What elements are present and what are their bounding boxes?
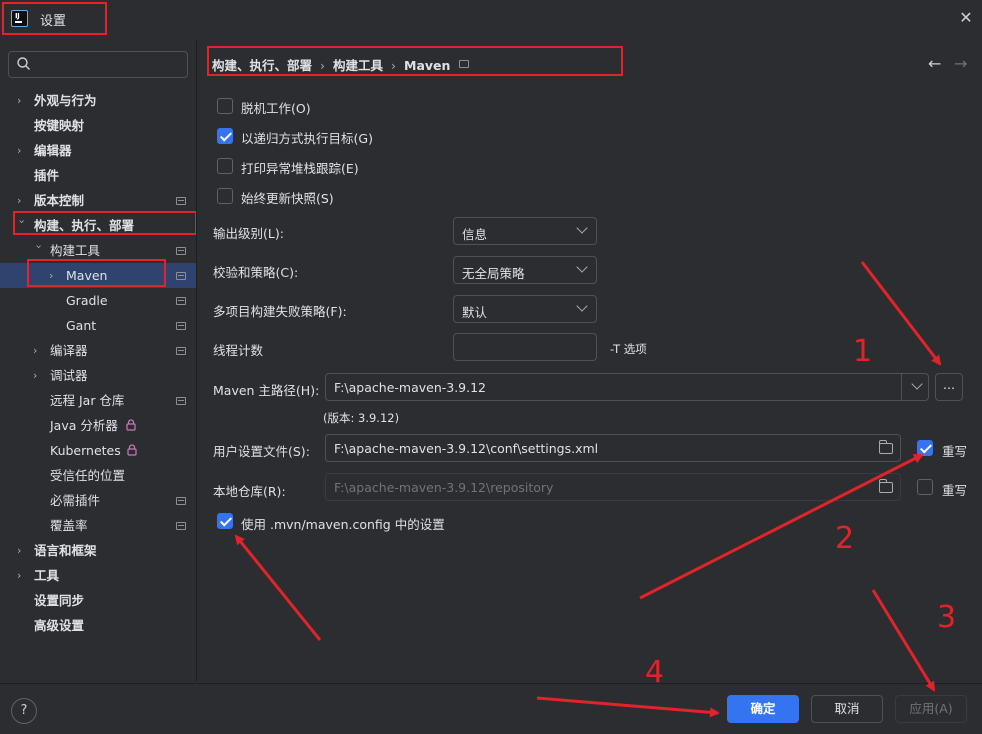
annotation-number: 3 <box>937 600 957 635</box>
folder-icon[interactable] <box>878 440 893 454</box>
search-input[interactable] <box>8 51 188 78</box>
lock-icon <box>127 444 137 456</box>
folder-icon[interactable] <box>878 479 893 493</box>
checksum-label: 校验和策略(C): <box>213 265 299 280</box>
sidebar-item-tools[interactable]: › 工具 <box>0 563 196 588</box>
checksum-select[interactable]: 无全局策略 <box>453 256 597 284</box>
search-icon <box>17 57 30 70</box>
arrow-to-browse <box>860 261 942 366</box>
divider <box>0 683 982 684</box>
combo-divider <box>901 374 902 400</box>
sidebar-item-keymap[interactable]: 按键映射 <box>0 113 196 138</box>
maven-home-combo[interactable]: F:\apache-maven-3.9.12 <box>325 373 929 401</box>
project-level-icon <box>176 197 186 205</box>
chevron-right-icon: › <box>17 144 22 157</box>
output-level-label: 输出级别(L): <box>213 226 284 241</box>
lock-icon <box>126 419 136 431</box>
apply-button[interactable]: 应用(A) <box>895 695 967 723</box>
project-level-icon <box>176 247 186 255</box>
project-level-icon <box>176 322 186 330</box>
sidebar-item-settings-sync[interactable]: 设置同步 <box>0 588 196 613</box>
project-level-icon <box>176 522 186 530</box>
project-level-icon <box>176 397 186 405</box>
annotation-box-breadcrumb <box>207 46 623 76</box>
mvn-config-checkbox[interactable] <box>217 513 233 529</box>
threads-label: 线程计数 <box>213 343 264 358</box>
sidebar-item-gant[interactable]: Gant <box>0 313 196 338</box>
local-repo-label: 本地仓库(R): <box>213 484 286 499</box>
mvn-config-label: 使用 .mvn/maven.config 中的设置 <box>241 517 445 532</box>
local-repo-override-label: 重写 <box>942 483 968 498</box>
chevron-right-icon: › <box>33 344 38 357</box>
sidebar-item-remote-jar[interactable]: 远程 Jar 仓库 <box>0 388 196 413</box>
chevron-down-icon <box>911 378 923 390</box>
user-settings-override-checkbox[interactable] <box>917 440 933 456</box>
annotation-box-title <box>2 2 107 35</box>
project-level-icon <box>176 497 186 505</box>
sidebar-item-kubernetes[interactable]: Kubernetes <box>0 438 196 463</box>
help-button[interactable]: ? <box>11 698 37 724</box>
sidebar-item-languages[interactable]: › 语言和框架 <box>0 538 196 563</box>
user-settings-override-label: 重写 <box>942 444 968 459</box>
sidebar-item-advanced[interactable]: 高级设置 <box>0 613 196 638</box>
sidebar-item-debugger[interactable]: › 调试器 <box>0 363 196 388</box>
annotation-number: 2 <box>835 521 855 556</box>
sidebar-item-plugins[interactable]: 插件 <box>0 163 196 188</box>
arrow-to-ok <box>536 696 720 718</box>
local-repo-override-checkbox[interactable] <box>917 479 933 495</box>
threads-suffix: -T 选项 <box>610 342 647 356</box>
stacktrace-checkbox[interactable] <box>217 158 233 174</box>
forward-arrow-icon[interactable]: → <box>954 54 967 73</box>
maven-home-label: Maven 主路径(H): <box>213 383 320 398</box>
local-repo-input[interactable]: F:\apache-maven-3.9.12\repository <box>325 473 901 501</box>
browse-maven-home-button[interactable]: ... <box>935 373 963 401</box>
offline-label: 脱机工作(O) <box>241 101 311 116</box>
output-level-select[interactable]: 信息 <box>453 217 597 245</box>
chevron-right-icon: › <box>17 544 22 557</box>
recursive-checkbox[interactable] <box>217 128 233 144</box>
chevron-right-icon: › <box>17 94 22 107</box>
maven-version: (版本: 3.9.12) <box>323 411 400 425</box>
project-level-icon <box>176 347 186 355</box>
project-level-icon <box>176 272 186 280</box>
chevron-right-icon: › <box>17 569 22 582</box>
sidebar-item-compiler[interactable]: › 编译器 <box>0 338 196 363</box>
recursive-label: 以递归方式执行目标(G) <box>241 131 373 146</box>
chevron-down-icon <box>576 300 588 312</box>
update-snapshots-label: 始终更新快照(S) <box>241 191 334 206</box>
multiproject-fail-select[interactable]: 默认 <box>453 295 597 323</box>
annotation-number: 1 <box>853 334 873 369</box>
back-arrow-icon[interactable]: ← <box>928 54 941 73</box>
annotation-box-maven <box>27 259 166 287</box>
arrow-to-apply <box>871 589 936 692</box>
chevron-down-icon: › <box>32 244 46 249</box>
user-settings-input[interactable]: F:\apache-maven-3.9.12\conf\settings.xml <box>325 434 901 462</box>
sidebar-item-coverage[interactable]: 覆盖率 <box>0 513 196 538</box>
annotation-box-build <box>13 211 197 235</box>
multiproject-fail-label: 多项目构建失败策略(F): <box>213 304 347 319</box>
ok-button[interactable]: 确定 <box>727 695 799 723</box>
threads-input[interactable] <box>453 333 597 361</box>
chevron-down-icon <box>576 222 588 234</box>
chevron-down-icon <box>576 261 588 273</box>
user-settings-label: 用户设置文件(S): <box>213 444 310 459</box>
chevron-right-icon: › <box>33 369 38 382</box>
sidebar-item-vcs[interactable]: › 版本控制 <box>0 188 196 213</box>
divider <box>196 40 197 682</box>
offline-checkbox[interactable] <box>217 98 233 114</box>
sidebar-item-required-plugins[interactable]: 必需插件 <box>0 488 196 513</box>
cancel-button[interactable]: 取消 <box>811 695 883 723</box>
sidebar-item-appearance[interactable]: › 外观与行为 <box>0 88 196 113</box>
stacktrace-label: 打印异常堆栈跟踪(E) <box>241 161 359 176</box>
update-snapshots-checkbox[interactable] <box>217 188 233 204</box>
project-level-icon <box>176 297 186 305</box>
annotation-number: 4 <box>645 655 665 690</box>
close-icon[interactable]: ✕ <box>958 10 974 26</box>
chevron-right-icon: › <box>17 194 22 207</box>
sidebar-item-java-profiler[interactable]: Java 分析器 <box>0 413 196 438</box>
sidebar-item-gradle[interactable]: Gradle <box>0 288 196 313</box>
sidebar-item-editor[interactable]: › 编辑器 <box>0 138 196 163</box>
sidebar-item-trusted-locations[interactable]: 受信任的位置 <box>0 463 196 488</box>
arrow-to-mvn-config <box>234 534 322 641</box>
